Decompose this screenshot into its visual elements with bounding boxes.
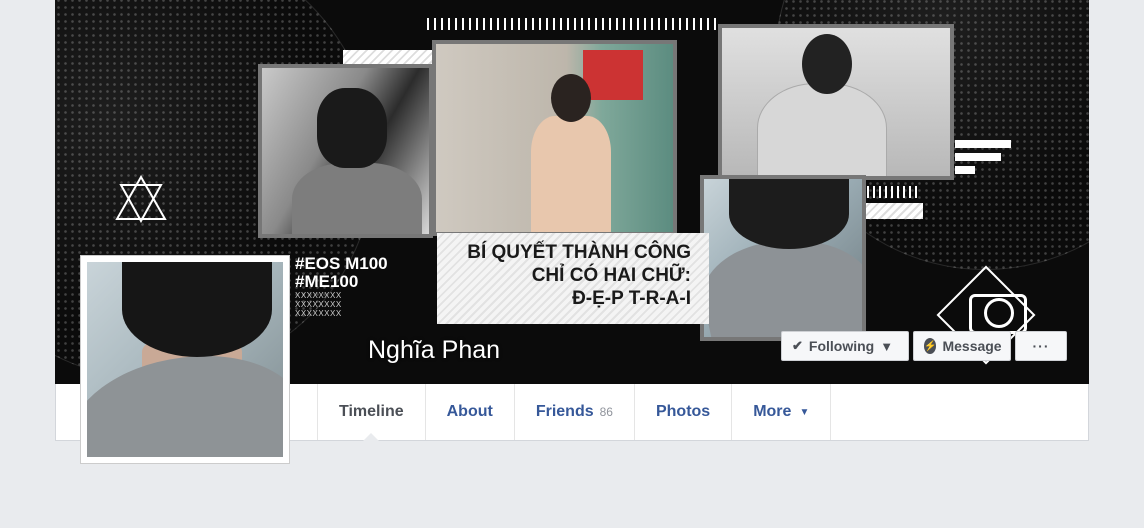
cover-photo-bw-portrait <box>258 64 433 238</box>
more-options-label: ··· <box>1032 338 1050 354</box>
hashtags: #EOS M100 #ME100 XXXXXXXX XXXXXXXX XXXXX… <box>295 254 388 319</box>
white-bar <box>955 140 1011 148</box>
profile-name[interactable]: Nghĩa Phan <box>368 336 500 365</box>
caption-line: Đ-Ẹ-P T-R-A-I <box>572 288 691 309</box>
triangle-icon <box>115 175 167 223</box>
tiny-text: XXXXXXXX <box>295 309 342 318</box>
tick-strip-right <box>867 186 921 198</box>
tiny-text: XXXXXXXX <box>295 291 342 300</box>
more-options-button[interactable]: ··· <box>1015 331 1067 361</box>
tab-label: Friends <box>535 403 594 420</box>
tab-label: Photos <box>655 403 711 420</box>
tab-more[interactable]: More ▼ <box>731 384 832 440</box>
friends-count: 86 <box>599 405 613 419</box>
profile-actions: ✔ Following ▼ ⚡ Message ··· <box>781 331 1067 361</box>
avatar <box>87 262 283 457</box>
tab-label: About <box>446 403 493 420</box>
tab-label: More <box>753 403 792 420</box>
tiny-text: XXXXXXXX <box>295 300 342 309</box>
following-button[interactable]: ✔ Following ▼ <box>781 331 909 361</box>
cover-photo-closeup <box>700 175 866 341</box>
message-label: Message <box>942 338 1002 354</box>
caret-down-icon: ▼ <box>799 406 810 418</box>
cover-photo-wall-portrait <box>432 40 677 236</box>
tab-photos[interactable]: Photos <box>633 384 731 440</box>
message-button[interactable]: ⚡ Message <box>913 331 1011 361</box>
tab-timeline[interactable]: Timeline <box>317 384 425 441</box>
white-bar <box>955 153 1001 161</box>
caption-line: BÍ QUYẾT THÀNH CÔNG <box>467 242 691 263</box>
tab-friends[interactable]: Friends 86 <box>513 384 634 440</box>
tab-about[interactable]: About <box>424 384 514 440</box>
hashtag: #EOS M100 <box>295 254 388 273</box>
checkmark-icon: ✔ <box>792 338 803 353</box>
following-label: Following <box>808 338 875 354</box>
cover-caption: BÍ QUYẾT THÀNH CÔNG CHỈ CÓ HAI CHỮ: Đ-Ẹ-… <box>437 233 709 324</box>
tick-strip-top <box>427 18 717 30</box>
tab-list: Timeline About Friends 86 Photos More ▼ <box>317 384 832 441</box>
cover-photo-bw-hoodie <box>718 24 954 180</box>
tab-label: Timeline <box>339 403 404 420</box>
caption-line: CHỈ CÓ HAI CHỮ: <box>531 265 691 286</box>
caret-down-icon: ▼ <box>880 338 894 354</box>
messenger-icon: ⚡ <box>924 338 937 354</box>
hashtag: #ME100 <box>295 272 359 291</box>
white-bar <box>955 166 975 174</box>
profile-picture[interactable] <box>80 255 290 464</box>
